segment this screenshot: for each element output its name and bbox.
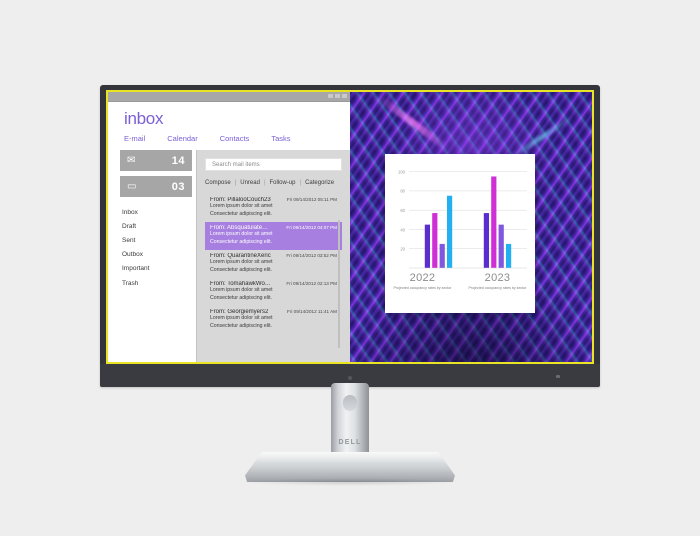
- nav-tab-calendar[interactable]: Calendar: [167, 134, 197, 143]
- message-date: Fri 09/14/2012 04:07 PM: [286, 225, 337, 231]
- table-row[interactable]: From: TomahawkWoma... Fri 09/14/2012 02:…: [205, 278, 342, 306]
- dell-monitor: inbox E-mail Calendar Contacts Tasks ✉ 1…: [0, 0, 700, 536]
- unread-mail-count: 14: [171, 154, 185, 167]
- desktop-wallpaper-pane: 20 40 60 80 100 2022 Projected occupancy rat…: [350, 92, 592, 362]
- monitor-screen: inbox E-mail Calendar Contacts Tasks ✉ 1…: [106, 90, 594, 364]
- chart-category-caption: Projected occupancy rates by sector: [393, 285, 452, 290]
- unread-filter-button[interactable]: Unread: [240, 180, 260, 186]
- message-preview-line-1: Lorem ipsum dolor sit amet: [210, 231, 273, 238]
- svg-text:60: 60: [400, 208, 405, 213]
- unread-message-counter[interactable]: ▭ 03: [120, 176, 192, 197]
- action-separator-2: |: [263, 180, 266, 186]
- chart-category-label: 2022: [409, 272, 436, 284]
- table-row[interactable]: From: QuarantineXeric Fri 09/14/2012 03:…: [205, 250, 342, 278]
- message-preview-line-1: Lorem ipsum dolor sit amet: [210, 259, 273, 266]
- close-icon[interactable]: [342, 94, 347, 98]
- message-date: Fri 09/14/2012 03:52 PM: [286, 253, 337, 259]
- message-icon: ▭: [127, 180, 137, 192]
- svg-text:20: 20: [400, 247, 405, 252]
- monitor-bezel: inbox E-mail Calendar Contacts Tasks ✉ 1…: [100, 85, 600, 387]
- message-preview-line-2: Consectetur adipiscing elit.: [210, 266, 272, 273]
- compose-button[interactable]: Compose: [205, 180, 231, 186]
- envelope-icon: ✉: [127, 154, 136, 166]
- mail-action-toolbar: Compose | Unread | Follow-up | Categoriz…: [205, 180, 342, 186]
- minimize-icon[interactable]: [328, 94, 333, 98]
- app-brand-title: inbox: [124, 109, 164, 128]
- message-preview-line-1: Lorem ipsum dolor sit amet: [210, 203, 273, 209]
- message-preview-line-1: Lorem ipsum dolor sit amet: [210, 315, 273, 322]
- message-preview-line-2: Consectetur adipiscing elit.: [210, 322, 272, 329]
- followup-button[interactable]: Follow-up: [270, 180, 296, 186]
- sidebar-item-draft[interactable]: Draft: [120, 219, 192, 233]
- primary-navigation: E-mail Calendar Contacts Tasks: [124, 134, 344, 143]
- message-list: From: PillalooCouch23 Fri 09/14/2012 05:…: [205, 194, 342, 348]
- chart-x-axis-labels: 2022 Projected occupancy rates by sector…: [385, 272, 535, 291]
- action-separator-3: |: [299, 180, 302, 186]
- bar-chart: 20 40 60 80 100: [398, 169, 527, 269]
- table-row[interactable]: From: PillalooCouch23 Fri 09/14/2012 05:…: [205, 194, 342, 222]
- chart-card: 20 40 60 80 100 2022 Projected occupancy rat…: [385, 154, 535, 313]
- action-separator-1: |: [234, 180, 237, 186]
- search-input[interactable]: Search mail items: [205, 158, 342, 171]
- table-row[interactable]: From: Georgiemyers2 Fri 09/14/2012 11:41…: [205, 306, 342, 334]
- bezel-inner: inbox E-mail Calendar Contacts Tasks ✉ 1…: [106, 90, 594, 364]
- dell-logo: DELL: [338, 439, 362, 446]
- sidebar-item-important[interactable]: Important: [120, 262, 192, 276]
- svg-text:100: 100: [398, 169, 406, 174]
- sidebar-item-trash[interactable]: Trash: [120, 276, 192, 290]
- maximize-icon[interactable]: [335, 94, 340, 98]
- sidebar-item-sent[interactable]: Sent: [120, 233, 192, 247]
- message-date: Fri 09/14/2012 02:13 PM: [286, 281, 337, 287]
- mail-main-panel: Search mail items Compose | Unread | Fol…: [196, 150, 350, 362]
- svg-text:40: 40: [400, 227, 405, 232]
- svg-text:80: 80: [400, 189, 405, 194]
- email-application-window: inbox E-mail Calendar Contacts Tasks ✉ 1…: [108, 92, 350, 362]
- chart-group-2022: 2022 Projected occupancy rates by sector: [385, 272, 460, 291]
- table-row[interactable]: From: AbsquatulateOrsm... Fri 09/14/2012…: [205, 222, 342, 251]
- nav-tab-tasks[interactable]: Tasks: [271, 134, 290, 143]
- message-preview-line-2: Consectetur adipiscing elit.: [210, 294, 272, 301]
- message-date: Fri 09/14/2012 05:11 PM: [286, 197, 337, 202]
- sidebar: ✉ 14 ▭ 03 Inbox Draft Sent Outbox Import…: [120, 150, 192, 290]
- message-preview-line-2: Consectetur adipiscing elit.: [210, 210, 272, 217]
- unread-mail-counter[interactable]: ✉ 14: [120, 150, 192, 171]
- cable-routing-slot: [343, 395, 357, 411]
- chart-group-2023: 2023 Projected occupancy rates by sector: [460, 272, 535, 291]
- chart-category-label: 2023: [484, 272, 511, 284]
- chart-category-caption: Projected occupancy rates by sector: [468, 285, 527, 290]
- window-titlebar[interactable]: [108, 92, 350, 102]
- chin-indicator-dot: [348, 376, 352, 380]
- base-shadow: [240, 478, 460, 486]
- categorize-button[interactable]: Categorize: [305, 180, 334, 186]
- base-highlight: [251, 452, 449, 464]
- folder-list: Inbox Draft Sent Outbox Important Trash: [120, 205, 192, 290]
- nav-tab-email[interactable]: E-mail: [124, 134, 145, 143]
- message-date: Fri 09/14/2012 11:41 AM: [287, 309, 337, 315]
- message-preview-line-1: Lorem ipsum dolor sit amet: [210, 287, 273, 294]
- window-controls[interactable]: [328, 94, 347, 98]
- sidebar-item-outbox[interactable]: Outbox: [120, 248, 192, 262]
- email-app-body: inbox E-mail Calendar Contacts Tasks ✉ 1…: [108, 102, 350, 362]
- message-list-scrollbar[interactable]: [337, 220, 340, 348]
- sidebar-item-inbox[interactable]: Inbox: [120, 205, 192, 219]
- power-button[interactable]: [556, 375, 560, 378]
- message-preview-line-2: Consectetur adipiscing elit.: [210, 238, 272, 245]
- unread-message-count: 03: [171, 180, 185, 193]
- nav-tab-contacts[interactable]: Contacts: [220, 134, 250, 143]
